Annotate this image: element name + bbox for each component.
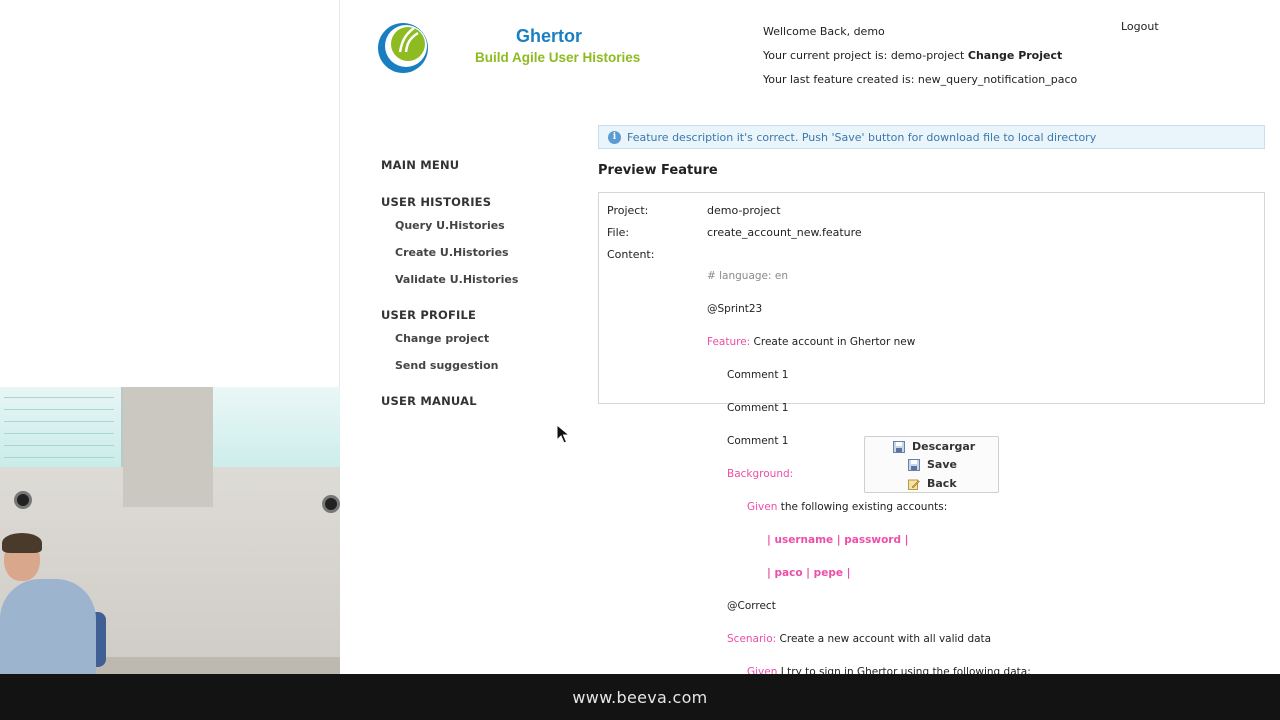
content-label: Content: [607,248,655,261]
welcome-text: Wellcome Back, demo [763,25,885,38]
back-button[interactable]: Back [908,477,957,490]
save-disk-icon [893,440,905,453]
content-comment: Comment 1 [727,402,789,414]
content-given-line: Given the following existing accounts: [707,502,1031,513]
keyword-scenario: Scenario: [727,633,777,645]
back-label: Back [927,477,957,490]
sidebar-item-change-project[interactable]: Change project [395,332,551,345]
user-info: Wellcome Back, demo Your current project… [763,20,1077,92]
projection-screen-left [0,387,123,467]
logo-tagline: Build Agile User Histories [475,50,641,65]
scenario-text: Create a new account with all valid data [776,633,992,645]
logo-name: Ghertor [516,26,583,46]
sidebar-section-user-histories[interactable]: USER HISTORIES [381,195,551,209]
file-label: File: [607,226,630,239]
room-video-image [0,387,340,674]
sidebar-menu: MAIN MENU USER HISTORIES Query U.Histori… [381,156,551,408]
ceiling-camera-icon [322,495,340,513]
content-feature-line: Feature: Create account in Ghertor new [707,337,1031,348]
projection-screen-right [213,387,340,467]
content-language: # language: en [707,270,789,282]
feature-text: Create account in Ghertor new [750,336,916,348]
sidebar-item-send-suggestion[interactable]: Send suggestion [395,359,551,372]
video-blank-area [0,0,340,387]
notice-banner: i Feature description it's correct. Push… [598,125,1265,149]
project-label: Project: [607,204,649,217]
keyword-given: Given [747,501,778,513]
preview-panel: Project: demo-project File: create_accou… [598,192,1265,678]
file-value: create_account_new.feature [707,226,862,239]
video-panel [0,0,340,674]
page-title: Preview Feature [598,163,718,178]
presenter-hair [2,533,42,553]
ghertor-logo-icon [378,23,428,73]
video-footer: www.beeva.com [0,674,1280,720]
info-icon: i [608,130,621,144]
save-disk-icon [908,458,920,471]
sidebar-main-menu[interactable]: MAIN MENU [381,158,551,172]
sidebar-user-manual[interactable]: USER MANUAL [381,394,551,408]
room-wall [123,387,213,507]
sidebar-section-user-profile[interactable]: USER PROFILE [381,308,551,322]
sidebar-item-create[interactable]: Create U.Histories [395,246,551,259]
content-comment: Comment 1 [727,369,789,381]
content-table-header: | username | password | [767,534,909,546]
content-tag-correct: @Correct [727,600,776,612]
ceiling-camera-icon [14,491,32,509]
ghertor-app: Ghertor Build Agile User Histories Wellc… [340,0,1280,678]
presenter-body [0,579,96,674]
descargar-label: Descargar [912,440,976,453]
save-button[interactable]: Save [908,458,957,471]
notice-message: Feature description it's correct. Push '… [627,130,1097,144]
save-label: Save [927,458,957,471]
action-buttons: Descargar Save Back [864,436,999,493]
footer-url: www.beeva.com [572,687,708,707]
current-project: Your current project is: demo-project Ch… [763,44,1077,68]
sidebar-item-query[interactable]: Query U.Histories [395,219,551,232]
logout-link[interactable]: Logout [1121,20,1159,34]
descargar-button[interactable]: Descargar [893,440,975,453]
last-feature-text: Your last feature created is: new_query_… [763,73,1078,86]
content-tag-sprint: @Sprint23 [707,303,763,315]
change-project-link[interactable]: Change Project [968,49,1062,62]
sidebar-item-validate[interactable]: Validate U.Histories [395,273,551,286]
keyword-feature: Feature: [707,336,751,348]
project-value: demo-project [707,204,781,217]
content-scenario-line: Scenario: Create a new account with all … [707,634,1031,645]
ghertor-logo[interactable]: Ghertor Build Agile User Histories [376,18,640,80]
mouse-pointer-icon [556,424,570,444]
given-text: the following existing accounts: [777,501,948,513]
back-pencil-icon [908,479,920,490]
content-table-row: | paco | pepe | [767,567,851,579]
current-project-text: Your current project is: demo-project [763,49,965,62]
